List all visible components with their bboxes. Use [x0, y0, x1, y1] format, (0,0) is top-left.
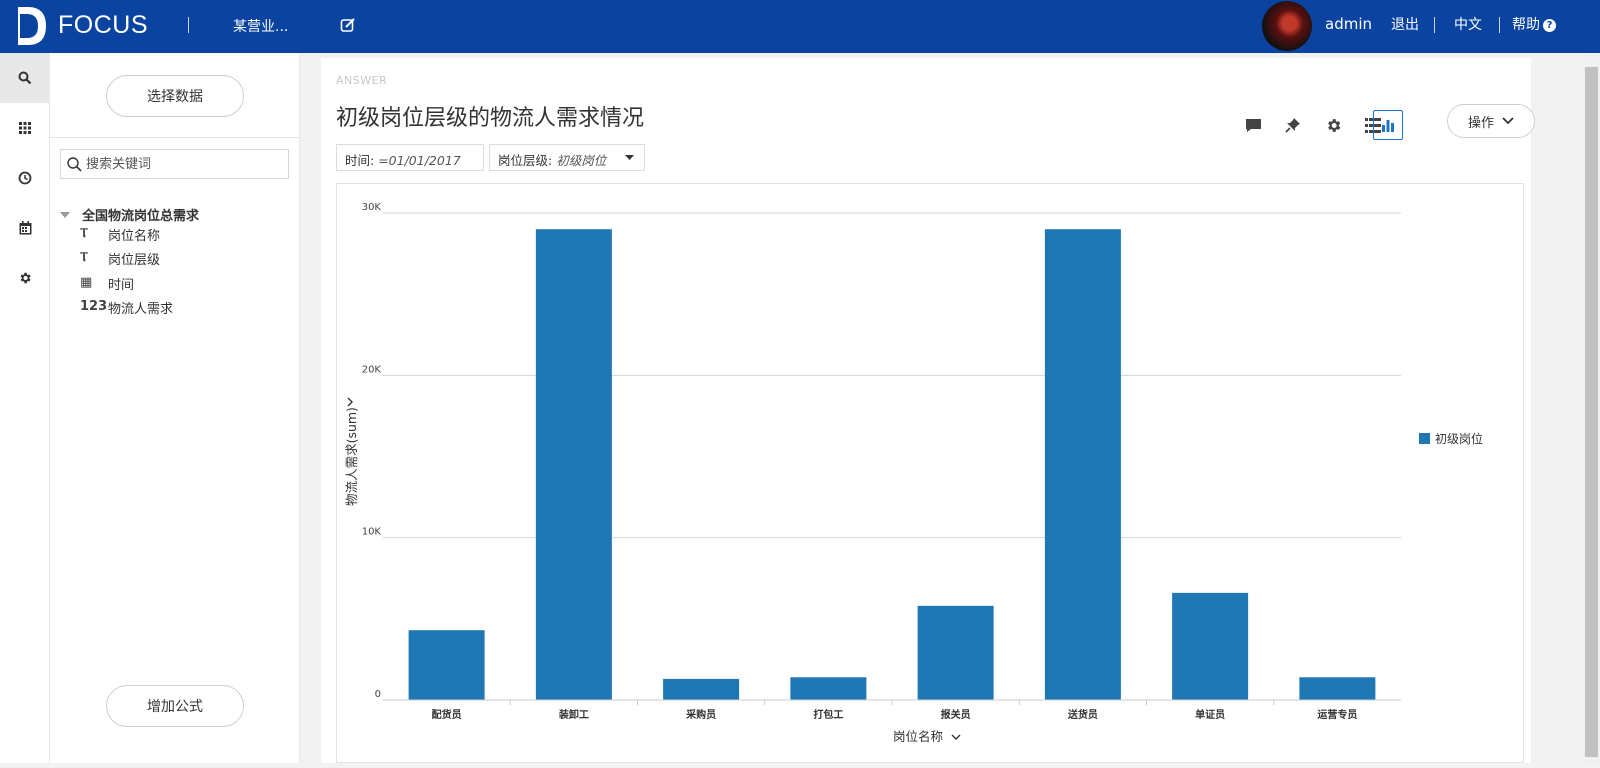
text-type-icon: Ⲧ [80, 250, 88, 265]
chart-view-button[interactable] [1373, 110, 1403, 140]
top-bar: FOCUS 某营业... admin 退出 中文 帮助? [0, 0, 1600, 53]
calendar-icon [19, 221, 31, 235]
y-tick-label: 20K [362, 364, 382, 375]
y-axis-label[interactable]: 物流人需求(sum) [344, 407, 359, 506]
answer-tag: ANSWER [336, 74, 388, 87]
comment-button[interactable] [1238, 110, 1268, 140]
y-tick-label: 10K [362, 527, 382, 538]
vertical-scrollbar[interactable] [1583, 53, 1600, 763]
logout-link[interactable]: 退出 [1391, 14, 1419, 34]
divider [50, 137, 300, 138]
search-icon [18, 71, 32, 85]
divider [1434, 17, 1435, 33]
bar[interactable] [790, 677, 867, 700]
search-icon [67, 157, 82, 172]
date-type-icon: ▦ [80, 275, 93, 290]
filter-key: 时间: [345, 153, 375, 168]
field-label: 物流人需求 [108, 302, 174, 317]
x-tick-label: 采购员 [685, 708, 716, 721]
answer-card: ANSWER 初级岗位层级的物流人需求情况 操作 时间: =01/01/2017… [321, 58, 1535, 763]
table-name: 全国物流岗位总需求 [82, 209, 200, 224]
divider [188, 17, 189, 33]
x-tick-label: 配货员 [432, 708, 462, 721]
gear-icon [1327, 118, 1340, 132]
table-node[interactable]: 全国物流岗位总需求 [60, 205, 199, 224]
x-tick-label: 送货员 [1067, 708, 1098, 721]
chart-container: 0 10K 20K 30K 物流人需求(sum) 配货员 装卸工 采购员 打包工 报关员 送货员 单… [336, 183, 1524, 763]
filter-value: 初级岗位 [556, 153, 607, 168]
rail-search[interactable] [0, 53, 50, 103]
rail-history[interactable] [0, 153, 50, 203]
chart-view-icon [1382, 120, 1394, 132]
pin-button[interactable] [1278, 110, 1308, 140]
settings-icon [20, 272, 31, 284]
rail-settings[interactable] [0, 253, 50, 303]
number-type-icon: 123 [80, 299, 108, 314]
apps-grid-icon [19, 122, 31, 134]
avatar[interactable] [1262, 1, 1312, 51]
bar[interactable] [1172, 592, 1249, 700]
bar[interactable] [535, 229, 612, 700]
add-formula-button[interactable]: 增加公式 [106, 685, 244, 727]
x-tick-label: 打包工 [813, 708, 843, 721]
pin-icon [1285, 118, 1300, 133]
x-tick-label: 单证员 [1195, 708, 1225, 721]
scrollbar-thumb[interactable] [1585, 67, 1598, 757]
language-switch[interactable]: 中文 [1454, 14, 1482, 34]
bar[interactable] [663, 678, 740, 700]
filter-key: 岗位层级: [498, 153, 553, 168]
filter-level[interactable]: 岗位层级: 初级岗位 [489, 144, 645, 171]
comment-icon [1245, 118, 1261, 132]
page-title: 初级岗位层级的物流人需求情况 [336, 106, 645, 131]
x-tick-label: 运营专员 [1317, 708, 1357, 721]
divider [1499, 17, 1500, 33]
field-label: 岗位名称 [108, 229, 161, 244]
chevron-down-icon[interactable] [60, 212, 70, 218]
keyword-search[interactable] [60, 149, 289, 179]
x-axis-label[interactable]: 岗位名称 [893, 729, 943, 744]
rail-apps[interactable] [0, 103, 50, 153]
chevron-down-icon[interactable] [347, 397, 353, 407]
data-panel: 选择数据 全国物流岗位总需求 Ⲧ 岗位名称 Ⲧ 岗位层级 ▦ 时间 123 物流… [50, 53, 300, 763]
focus-logo-icon [12, 7, 46, 45]
help-link[interactable]: 帮助? [1512, 14, 1556, 34]
filter-time[interactable]: 时间: =01/01/2017 [336, 144, 484, 171]
search-input[interactable] [86, 154, 282, 174]
field-label: 时间 [108, 278, 135, 293]
chevron-down-icon[interactable] [951, 734, 961, 740]
brand-name: FOCUS [58, 11, 148, 39]
edit-icon[interactable] [340, 17, 356, 33]
field-label: 岗位层级 [108, 253, 161, 268]
text-type-icon: Ⲧ [80, 226, 88, 241]
operations-button[interactable]: 操作 [1447, 104, 1535, 138]
bar[interactable] [1044, 229, 1121, 700]
settings-button[interactable] [1318, 110, 1348, 140]
operations-label: 操作 [1467, 115, 1494, 131]
username[interactable]: admin [1325, 15, 1372, 33]
legend-swatch [1419, 433, 1430, 444]
bar[interactable] [408, 630, 485, 700]
y-tick-label: 30K [362, 202, 382, 213]
help-icon: ? [1543, 19, 1556, 32]
bar[interactable] [917, 605, 994, 700]
history-icon [18, 171, 32, 185]
rail-calendar[interactable] [0, 203, 50, 253]
project-name[interactable]: 某营业... [233, 16, 288, 36]
select-data-button[interactable]: 选择数据 [106, 75, 244, 117]
caret-down-icon[interactable] [625, 155, 634, 161]
icon-rail [0, 53, 50, 763]
legend-label[interactable]: 初级岗位 [1435, 431, 1483, 446]
bar-chart: 0 10K 20K 30K 物流人需求(sum) 配货员 装卸工 采购员 打包工 报关员 送货员 单… [344, 202, 1483, 744]
x-tick-label: 装卸工 [558, 708, 589, 721]
bar[interactable] [1299, 677, 1376, 700]
x-tick-label: 报关员 [941, 708, 971, 721]
chevron-down-icon [1502, 117, 1514, 125]
help-label: 帮助 [1512, 17, 1540, 33]
filter-value: =01/01/2017 [378, 153, 461, 168]
y-tick-label: 0 [375, 689, 381, 700]
